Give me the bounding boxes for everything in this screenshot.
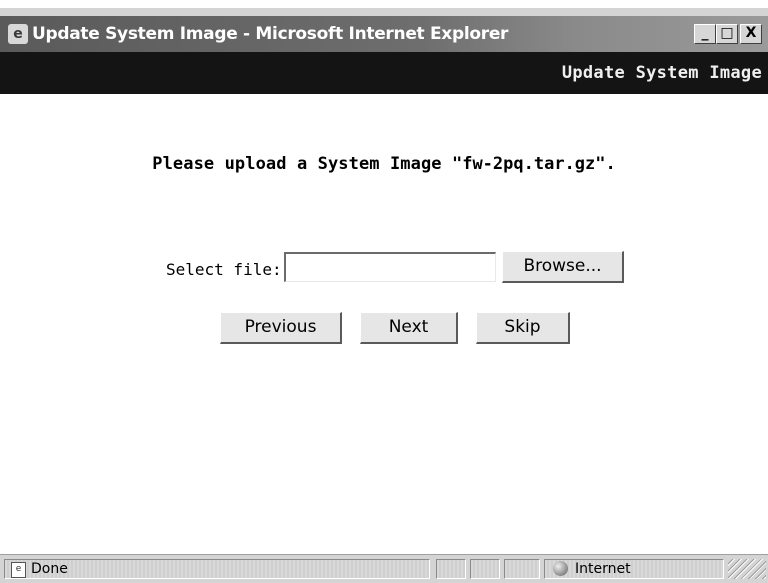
resize-grip[interactable] <box>728 559 766 579</box>
page-header-title: Update System Image <box>561 63 762 83</box>
maximize-button[interactable]: □ <box>716 24 738 44</box>
close-button[interactable]: X <box>740 24 762 44</box>
browse-button[interactable]: Browse... <box>502 251 624 283</box>
minimize-button[interactable]: _ <box>694 24 716 44</box>
status-text: Done <box>31 561 68 577</box>
browser-window: e Update System Image - Microsoft Intern… <box>0 0 768 583</box>
security-zone-pane[interactable]: Internet <box>544 559 724 579</box>
status-pane <box>504 559 540 579</box>
page-icon: e <box>11 562 26 578</box>
skip-button[interactable]: Skip <box>476 312 570 344</box>
file-path-input[interactable] <box>284 252 496 282</box>
ie-page-icon: e <box>8 24 28 44</box>
previous-button[interactable]: Previous <box>220 312 342 344</box>
next-button[interactable]: Next <box>360 312 458 344</box>
status-pane <box>436 559 466 579</box>
status-main-pane: e Done <box>4 559 430 579</box>
upload-prompt: Please upload a System Image "fw-2pq.tar… <box>0 154 768 174</box>
prompt-text: Please upload a System Image <box>152 154 452 174</box>
zone-label: Internet <box>575 561 631 577</box>
title-bar[interactable]: e Update System Image - Microsoft Intern… <box>0 16 768 52</box>
page-content: Please upload a System Image "fw-2pq.tar… <box>0 94 768 554</box>
prompt-filename: "fw-2pq.tar.gz". <box>451 154 616 174</box>
status-bar: e Done Internet <box>0 554 768 583</box>
status-pane <box>470 559 500 579</box>
select-file-label: Select file: <box>166 260 282 279</box>
page-header: Update System Image <box>0 52 768 94</box>
window-title: Update System Image - Microsoft Internet… <box>32 24 509 44</box>
